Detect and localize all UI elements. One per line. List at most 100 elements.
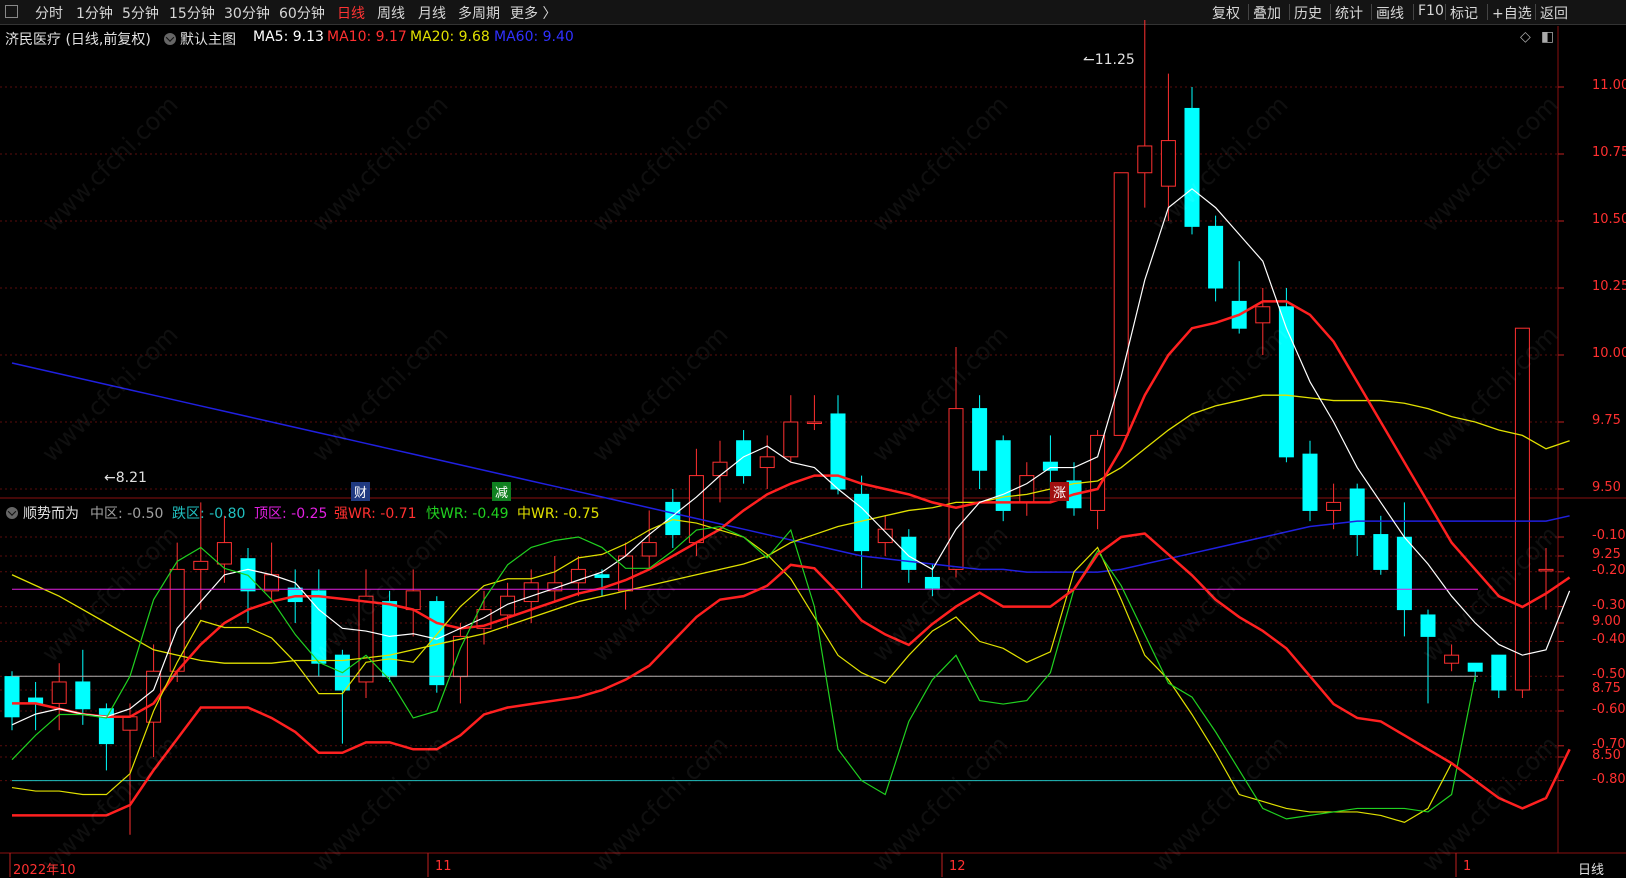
price-tick-label: 10.00 [1592, 346, 1626, 361]
candle-body [429, 601, 445, 686]
candle-body [618, 555, 634, 592]
toolbar-button-5[interactable]: F10 [1418, 3, 1444, 19]
candle-body [216, 542, 232, 565]
toolbar-button-4[interactable]: 画线 [1376, 3, 1404, 23]
price-tick-label: 9.25 [1592, 547, 1621, 562]
watermark: www.cfchi.com [36, 520, 184, 668]
candle-body [783, 421, 799, 458]
low-arrow-icon: ← [104, 470, 116, 486]
candle-body [712, 461, 728, 477]
price-tick-label: 9.75 [1592, 413, 1621, 428]
watermark: www.cfchi.com [306, 520, 454, 668]
period-tab-3[interactable]: 15分钟 [169, 3, 215, 23]
fast-wr-line [11, 525, 1476, 820]
stock-title[interactable]: 济民医疗 (日线,前复权) [5, 29, 151, 49]
watermark: www.cfchi.com [586, 90, 734, 238]
toolbar-separator [1289, 4, 1290, 20]
candle-body [948, 408, 964, 570]
candle-body [193, 560, 209, 570]
candle-body [1278, 306, 1294, 458]
ma60-line [11, 362, 1570, 573]
watermark: www.cfchi.com [306, 730, 454, 878]
watermark: www.cfchi.com [1416, 520, 1564, 668]
candle-body [1396, 536, 1412, 611]
indicator-dropdown-icon[interactable] [6, 507, 18, 519]
kline-chart[interactable] [0, 0, 1626, 877]
toolbar-button-8[interactable]: 返回 [1540, 3, 1568, 23]
toolbar-button-1[interactable]: 叠加 [1253, 3, 1281, 23]
candle-body [264, 574, 280, 592]
candle-body [641, 542, 657, 557]
period-tab-2[interactable]: 5分钟 [122, 3, 159, 23]
toolbar-button-7[interactable]: +自选 [1492, 3, 1532, 23]
menu-icon[interactable] [5, 5, 18, 18]
template-dropdown-icon[interactable] [164, 33, 176, 45]
date-label: 11 [435, 859, 452, 874]
period-toolbar: 分时 1分钟 5分钟 15分钟 30分钟 60分钟 日线 周线 月线 多周期 更多 〉 复权 叠加 历史统… [0, 0, 1626, 25]
toolbar-separator [1371, 4, 1372, 20]
strong-wr-label: 强WR: -0.71 [334, 506, 417, 522]
price-tick-label: 8.75 [1592, 681, 1621, 696]
high-annotation: ↼11.25 [1083, 52, 1135, 68]
diamond-icon[interactable]: ◇ [1520, 29, 1531, 45]
candle-body [759, 456, 775, 469]
watermark: www.cfchi.com [866, 90, 1014, 238]
watermark: www.cfchi.com [36, 320, 184, 468]
toolbar-button-2[interactable]: 历史 [1294, 3, 1322, 23]
candle-body [1019, 475, 1035, 503]
toolbar-separator [1445, 4, 1446, 20]
price-tick-label: 9.00 [1592, 614, 1621, 629]
period-tab-1[interactable]: 1分钟 [76, 3, 113, 23]
price-tick-label: 9.50 [1592, 480, 1621, 495]
date-label: 12 [949, 859, 966, 874]
indicator-tick-label: -0.60 [1592, 702, 1626, 717]
date-label: 1 [1463, 859, 1472, 874]
indicator-tick-label: -0.80 [1592, 771, 1626, 787]
period-tab-0[interactable]: 分时 [35, 3, 63, 23]
template-label[interactable]: 默认主图 [180, 29, 236, 49]
candle-body [924, 576, 940, 589]
toolbar-button-0[interactable]: 复权 [1212, 3, 1240, 23]
candle-body [594, 574, 610, 578]
event-tag-reduce[interactable]: 减 [492, 482, 512, 501]
candle-body [122, 716, 138, 731]
watermark: www.cfchi.com [586, 520, 734, 668]
candle-body [240, 558, 256, 592]
period-tab-7[interactable]: 周线 [377, 3, 405, 23]
period-label[interactable]: 日线 [1578, 859, 1604, 878]
period-tab-9[interactable]: 多周期 [458, 3, 500, 23]
low-annotation: ←8.21 [104, 470, 147, 486]
candle-body [901, 536, 917, 570]
mid-wr-label: 中WR: -0.75 [517, 506, 600, 522]
toolbar-button-6[interactable]: 标记 [1450, 3, 1478, 23]
watermark: www.cfchi.com [866, 520, 1014, 668]
watermark: www.cfchi.com [1416, 730, 1564, 878]
period-tab-5[interactable]: 60分钟 [279, 3, 325, 23]
indicator-tick-label: -0.30 [1592, 597, 1626, 613]
candle-body [287, 587, 303, 603]
candle-body [98, 708, 114, 745]
event-tag-limit-up[interactable]: 涨 [1050, 482, 1070, 501]
high-arrow-icon: ↼ [1083, 52, 1095, 68]
strong-wr-line [12, 532, 1571, 817]
candle-body [830, 413, 846, 490]
period-tab-6[interactable]: 日线 [337, 3, 365, 23]
indicator-tick-label: -0.20 [1592, 562, 1626, 578]
event-tag-finance[interactable]: 财 [351, 482, 371, 501]
watermark: www.cfchi.com [1146, 90, 1294, 238]
period-tab-10[interactable]: 更多 〉 [510, 3, 556, 23]
period-tab-8[interactable]: 月线 [418, 3, 446, 23]
candle-body [547, 582, 563, 592]
panel-toggle-icon[interactable]: ◧ [1541, 29, 1554, 45]
candle-body [806, 421, 822, 424]
candle-body [1373, 534, 1389, 570]
mid-wr-line [11, 518, 1453, 824]
candle-body [570, 568, 586, 584]
fall-zone-label: 跌区: -0.80 [172, 506, 246, 522]
watermark: www.cfchi.com [36, 730, 184, 878]
candle-body [523, 582, 539, 603]
toolbar-button-3[interactable]: 统计 [1335, 3, 1363, 23]
period-tab-4[interactable]: 30分钟 [224, 3, 270, 23]
mid-zone-label: 中区: -0.50 [90, 506, 164, 522]
indicator-name[interactable]: 顺势而为 [23, 503, 79, 523]
